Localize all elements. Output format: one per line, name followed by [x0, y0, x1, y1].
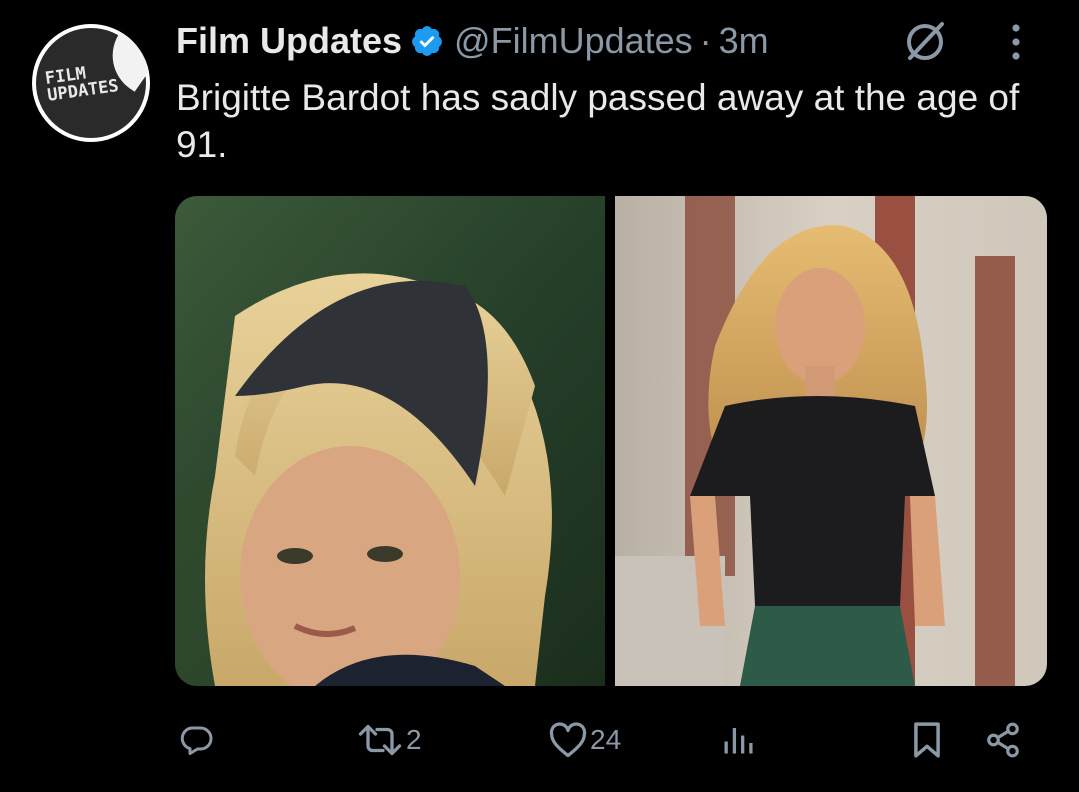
tweet-header: Film Updates @FilmUpdates · 3m	[176, 14, 769, 68]
like-count: 24	[590, 724, 622, 755]
avatar[interactable]: FILM UPDATES	[32, 24, 150, 142]
media-photo-left[interactable]	[175, 196, 605, 686]
bookmark-button[interactable]	[910, 712, 944, 768]
tweet-text: Brigitte Bardot has sadly passed away at…	[176, 77, 1020, 165]
reply-icon	[180, 726, 213, 755]
reply-button[interactable]	[178, 712, 216, 768]
bookmark-icon	[914, 722, 940, 758]
grok-icon[interactable]	[900, 18, 950, 64]
tweet-time[interactable]: 3m	[719, 20, 769, 62]
retweet-count: 2	[406, 724, 422, 755]
author-name[interactable]: Film Updates	[176, 20, 402, 62]
author-handle[interactable]: @FilmUpdates	[454, 20, 693, 62]
views-icon	[724, 728, 753, 754]
photo-right-image	[615, 196, 1047, 686]
more-icon[interactable]	[1008, 20, 1024, 64]
share-icon	[987, 722, 1019, 758]
share-button[interactable]	[984, 712, 1022, 768]
views-button[interactable]	[720, 712, 758, 768]
verified-badge-icon[interactable]	[410, 24, 444, 58]
separator-dot: ·	[699, 20, 712, 61]
media-photo-right[interactable]	[615, 196, 1047, 686]
retweet-button[interactable]: 2	[356, 712, 422, 768]
like-icon	[549, 722, 587, 758]
photo-left-image	[175, 196, 605, 686]
like-button[interactable]: 24	[548, 712, 621, 768]
media-grid	[175, 196, 1047, 686]
retweet-icon	[358, 724, 402, 756]
tweet[interactable]: FILM UPDATES Film Updates @FilmUpdates ·…	[0, 0, 1079, 792]
